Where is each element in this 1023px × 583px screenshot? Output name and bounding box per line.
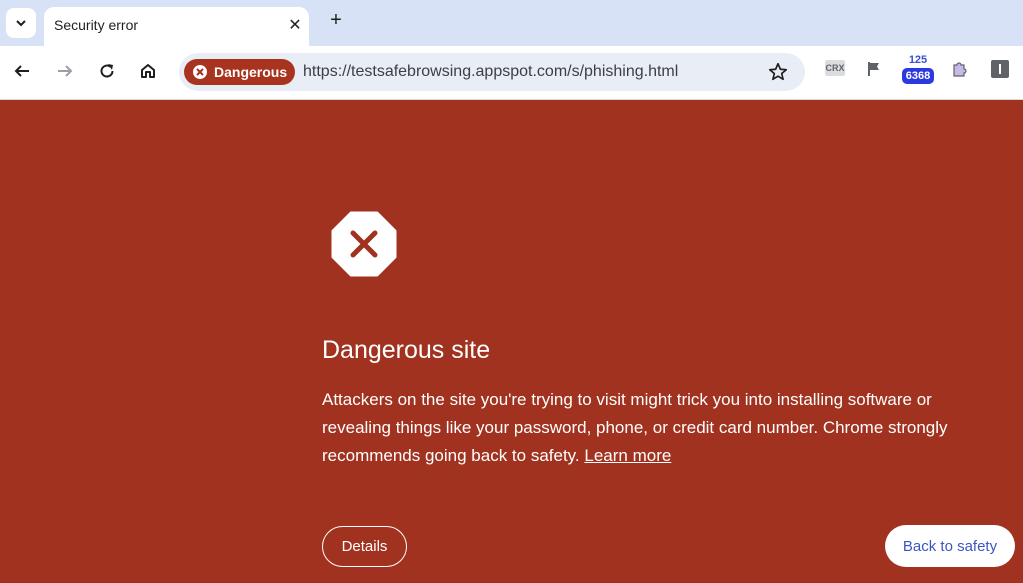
tab-title: Security error [54,17,139,33]
counter-badge: 6368 [902,68,934,84]
danger-x-icon [193,65,207,79]
back-to-safety-button[interactable]: Back to safety [885,525,1015,567]
page-title: Dangerous site [322,336,491,364]
warning-text: Attackers on the site you're trying to v… [322,386,972,470]
extension-puzzle-icon[interactable] [950,60,968,78]
tab-search-button[interactable] [6,8,36,38]
home-icon[interactable] [136,59,160,83]
profile-menu-bar [999,64,1001,74]
tab-close-icon[interactable]: ✕ [286,16,304,34]
new-tab-button[interactable]: + [326,10,346,30]
crx-extension-icon[interactable]: CRX [825,60,845,76]
flag-icon[interactable] [866,60,884,78]
security-chip-label: Dangerous [214,64,288,80]
omnibox[interactable]: Dangerous https://testsafebrowsing.appsp… [179,53,805,91]
learn-more-link[interactable]: Learn more [584,446,671,465]
reload-icon[interactable] [95,59,119,83]
danger-octagon-icon [331,211,397,277]
counter-extension[interactable]: 125 6368 [900,54,936,88]
tab-active[interactable]: Security error ✕ [44,7,309,46]
counter-top-text: 125 [908,54,928,66]
forward-arrow-icon[interactable] [53,59,77,83]
chevron-down-icon [16,20,26,27]
profile-menu-icon[interactable] [991,60,1009,78]
toolbar: Dangerous https://testsafebrowsing.appsp… [0,46,1023,100]
tab-strip: Security error ✕ + [0,0,1023,46]
security-chip[interactable]: Dangerous [184,59,295,85]
interstitial-page: Dangerous site Attackers on the site you… [0,101,1023,583]
bookmark-star-icon[interactable] [767,61,789,83]
back-arrow-icon[interactable] [10,59,34,83]
details-button[interactable]: Details [322,526,407,567]
url-text[interactable]: https://testsafebrowsing.appspot.com/s/p… [303,63,678,81]
